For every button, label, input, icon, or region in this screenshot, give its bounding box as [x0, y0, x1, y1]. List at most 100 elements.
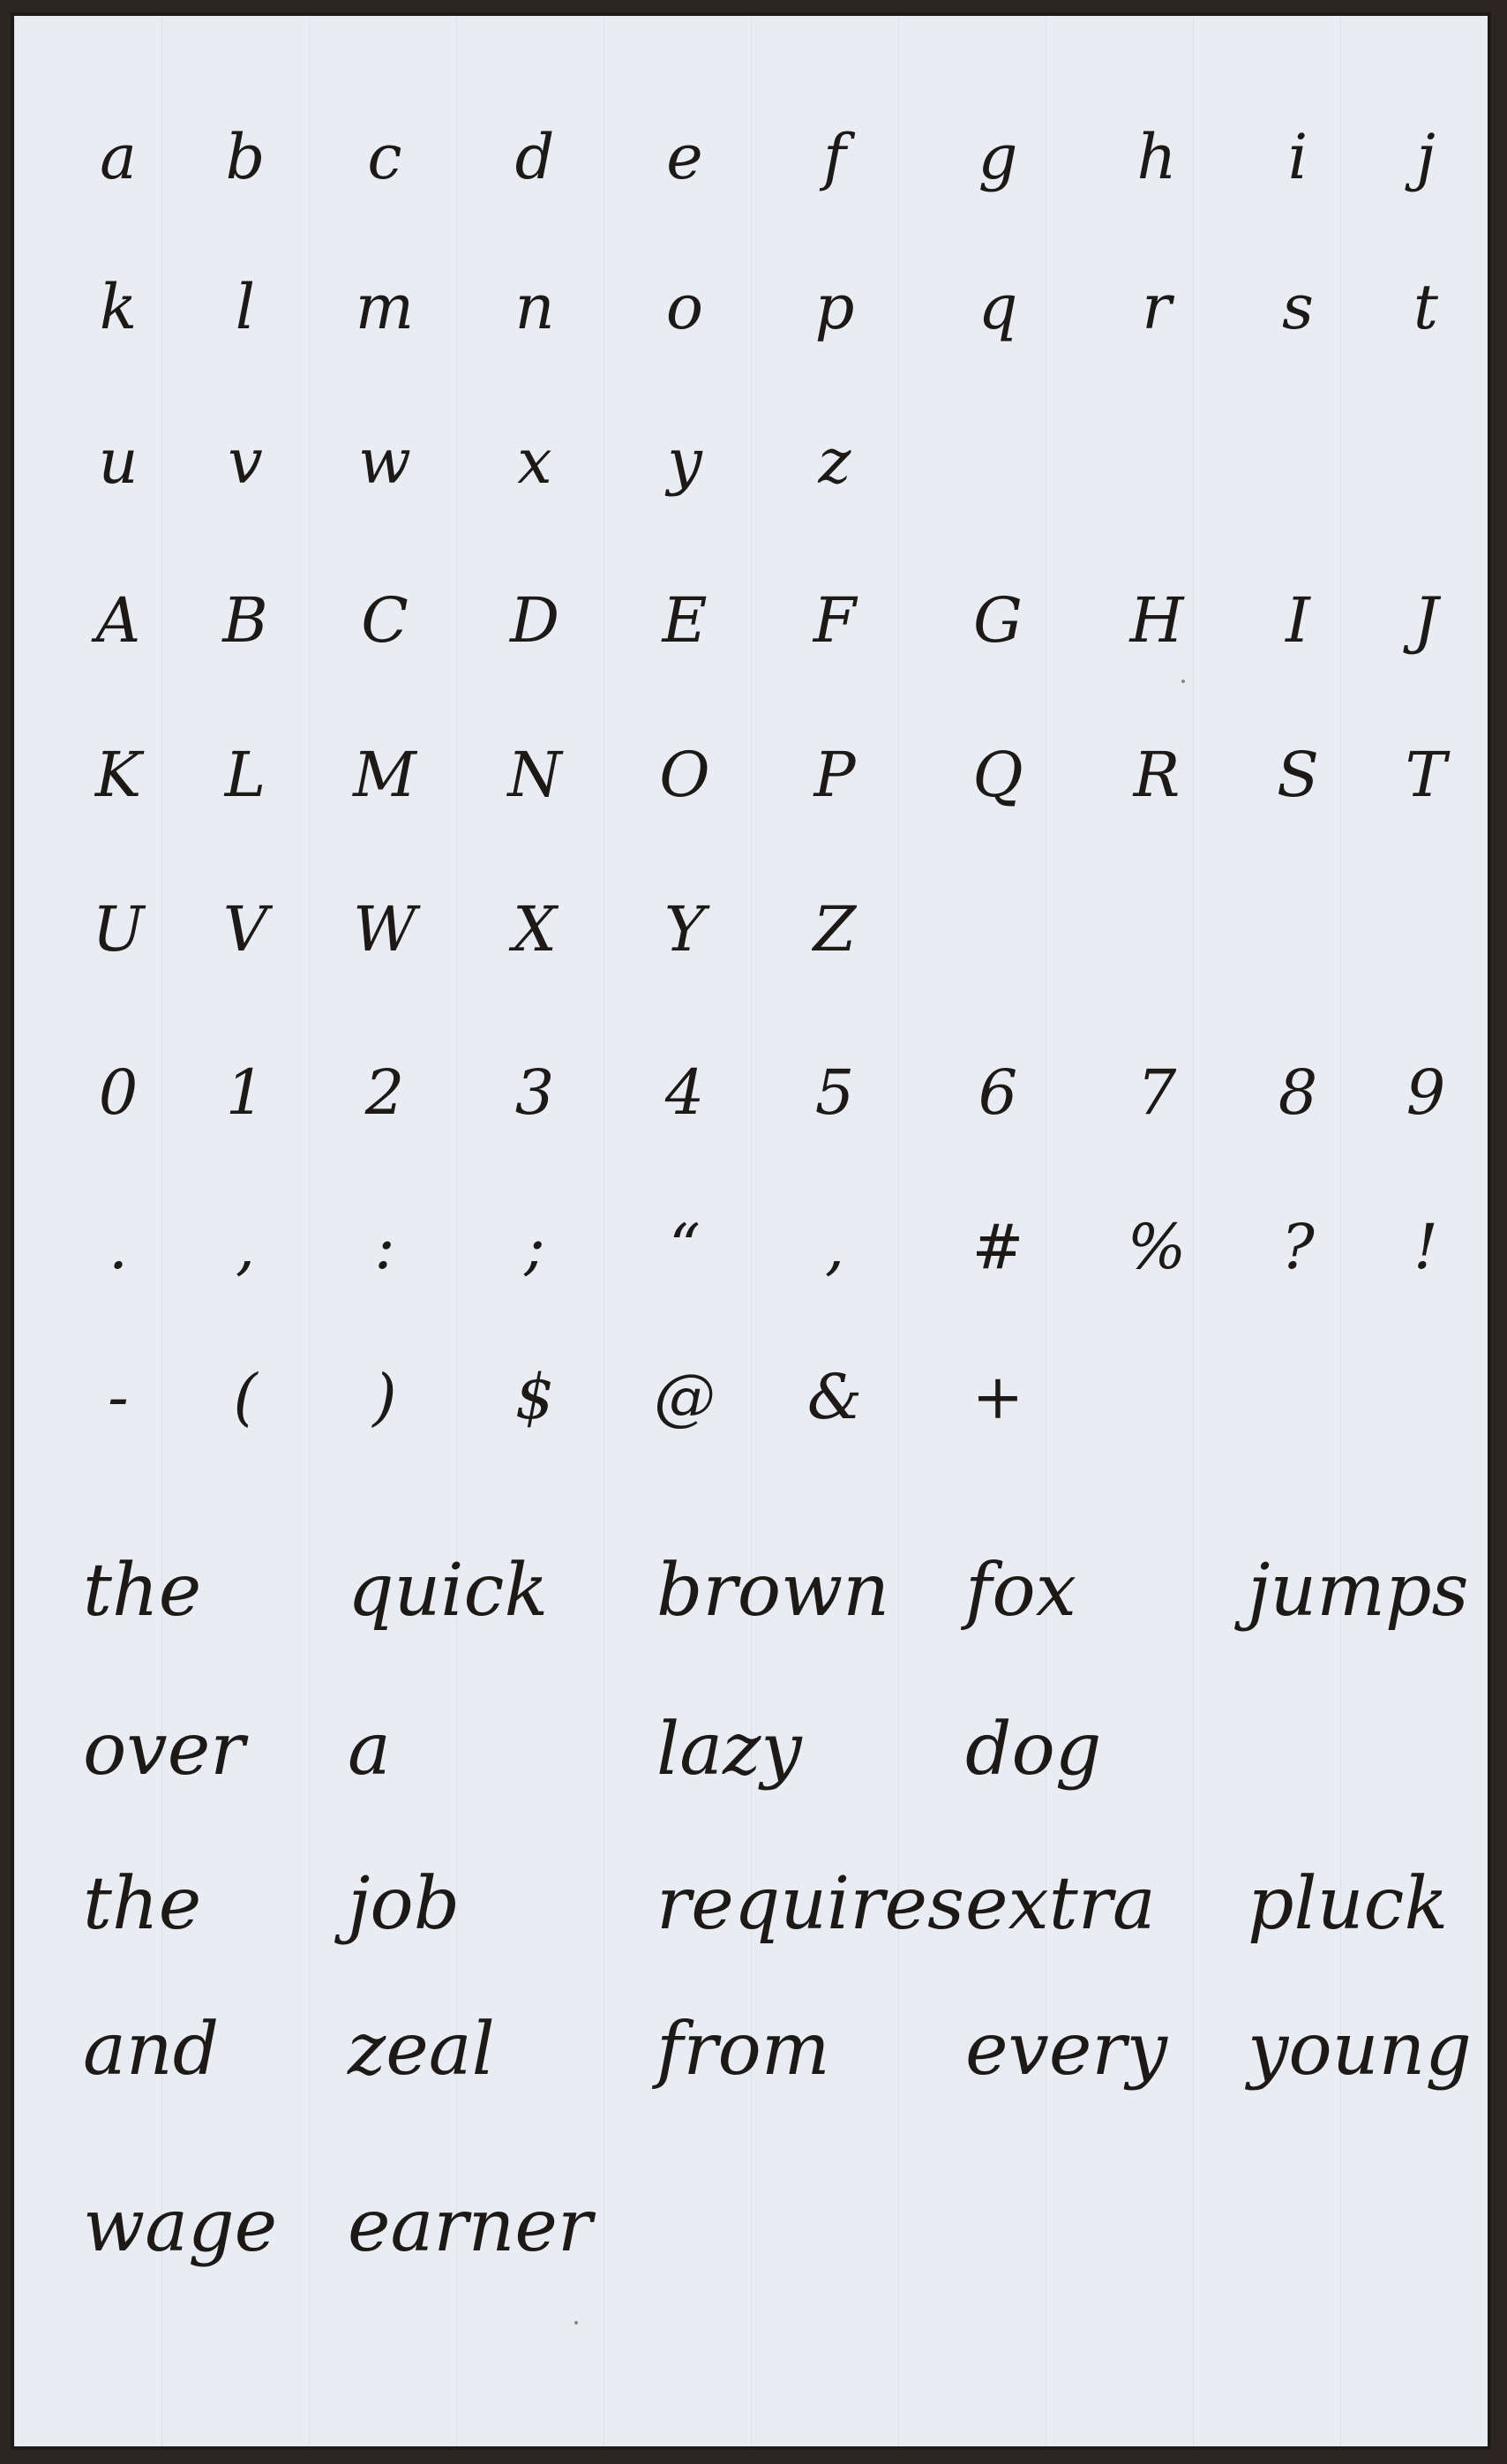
glyph-cell: “ — [669, 1211, 701, 1283]
glyph-cell: - — [108, 1361, 129, 1433]
handwritten-word: dog — [965, 1708, 1102, 1792]
glyph-cell: ; — [524, 1211, 545, 1283]
glyph-cell: p — [814, 271, 855, 343]
glyph-cell: Z — [813, 893, 857, 965]
glyph-cell: X — [513, 893, 557, 965]
handwritten-word: jumps — [1248, 1549, 1469, 1633]
glyph-cell: T — [1405, 739, 1447, 811]
glyph-cell: & — [806, 1361, 863, 1433]
glyph-row: U V W X Y Z — [14, 854, 1488, 1004]
glyph-cell: . — [108, 1211, 129, 1283]
handwritten-word: a — [348, 1708, 391, 1792]
glyph-cell: 6 — [978, 1056, 1018, 1129]
glyph-cell: J — [1413, 584, 1439, 657]
glyph-cell: H — [1129, 584, 1184, 657]
glyph-cell: e — [666, 121, 703, 193]
glyph-cell: C — [361, 584, 409, 657]
glyph-cell: t — [1413, 271, 1439, 343]
handwritten-word: wage — [83, 2184, 278, 2268]
glyph-cell: R — [1133, 739, 1181, 811]
sentence-line: wage earner — [14, 2152, 1488, 2302]
glyph-row: .,:; “, #%?! — [14, 1172, 1488, 1322]
glyph-cell: U — [92, 893, 145, 965]
glyph-cell: Q — [972, 739, 1023, 811]
glyph-cell: $ — [514, 1361, 555, 1433]
glyph-cell: S — [1277, 739, 1319, 811]
glyph-cell: , — [235, 1211, 256, 1283]
sentence-line: over a lazy dog — [14, 1675, 1488, 1825]
glyph-cell: v — [228, 425, 263, 498]
glyph-cell: s — [1282, 271, 1314, 343]
glyph-cell: x — [517, 425, 552, 498]
handwritten-word: zeal — [348, 2008, 495, 2092]
glyph-cell: % — [1127, 1211, 1187, 1283]
handwritten-word: earner — [348, 2184, 593, 2268]
glyph-cell: 5 — [814, 1056, 855, 1129]
glyph-cell: W — [353, 893, 416, 965]
glyph-cell: Y — [664, 893, 706, 965]
glyph-cell: l — [235, 271, 256, 343]
handwritten-word: requires — [656, 1862, 965, 1946]
glyph-cell: y — [667, 425, 702, 498]
glyph-cell: : — [374, 1211, 395, 1283]
glyph-cell: q — [978, 271, 1018, 343]
glyph-cell: z — [818, 425, 851, 498]
glyph-cell: i — [1287, 121, 1308, 193]
glyph-cell: M — [353, 739, 416, 811]
glyph-cell: A — [95, 584, 141, 657]
glyph-cell: 3 — [514, 1056, 555, 1129]
glyph-cell: b — [225, 121, 266, 193]
handwritten-word: young — [1248, 2008, 1472, 2092]
handwritten-word: the — [83, 1862, 202, 1946]
glyph-cell: 2 — [364, 1056, 405, 1129]
handwritten-word: job — [348, 1862, 461, 1946]
glyph-row: u v w x y z — [14, 387, 1488, 537]
glyph-cell: r — [1142, 271, 1172, 343]
glyph-cell: m — [355, 271, 415, 343]
glyph-cell: c — [367, 121, 402, 193]
glyph-cell: G — [973, 584, 1023, 657]
glyph-cell: ( — [233, 1361, 258, 1433]
handwritten-word: lazy — [656, 1708, 802, 1792]
glyph-cell: 4 — [664, 1056, 705, 1129]
glyph-cell: u — [98, 425, 139, 498]
glyph-cell: j — [1416, 121, 1436, 193]
glyph-cell: 0 — [98, 1056, 139, 1129]
glyph-cell: O — [659, 739, 710, 811]
glyph-cell: h — [1136, 121, 1177, 193]
glyph-row: K L M N O P Q R S T — [14, 700, 1488, 850]
glyph-cell: L — [224, 739, 266, 811]
glyph-cell: # — [971, 1211, 1024, 1283]
glyph-cell: f — [823, 121, 846, 193]
glyph-cell: o — [665, 271, 704, 343]
ink-speck — [1181, 680, 1185, 683]
glyph-cell: V — [222, 893, 268, 965]
glyph-row: a b c d e f g h i j — [14, 82, 1488, 232]
glyph-cell: D — [509, 584, 560, 657]
glyph-cell: g — [978, 121, 1018, 193]
glyph-cell: 8 — [1278, 1056, 1318, 1129]
glyph-cell: @ — [654, 1361, 716, 1433]
glyph-cell: 1 — [225, 1056, 266, 1129]
handwritten-word: fox — [965, 1549, 1076, 1633]
handwritten-word: the — [83, 1549, 202, 1633]
handwritten-word: brown — [656, 1549, 890, 1633]
glyph-row: 0 1 2 3 4 5 6 7 8 9 — [14, 1018, 1488, 1168]
glyph-cell: I — [1286, 584, 1310, 657]
handwritten-word: every — [965, 2008, 1167, 2092]
glyph-cell: n — [514, 271, 555, 343]
glyph-cell: K — [94, 739, 142, 811]
glyph-row: - () $ @ & + — [14, 1322, 1488, 1472]
handwritten-word: quick — [348, 1549, 549, 1633]
glyph-cell: , — [824, 1211, 845, 1283]
glyph-cell: B — [222, 584, 268, 657]
glyph-cell: k — [99, 271, 138, 343]
sentence-line: the quick brown fox jumps — [14, 1516, 1488, 1666]
handwriting-sheet: a b c d e f g h i j k l m n o p q r s t u v w x y z A B C D E F G H I J K L M N… — [11, 12, 1491, 2450]
sentence-line: and zeal from every young — [14, 1975, 1488, 2125]
handwritten-word: from — [656, 2008, 830, 2092]
glyph-cell: ! — [1413, 1211, 1439, 1283]
glyph-cell: ? — [1281, 1211, 1315, 1283]
handwritten-word: over — [83, 1708, 245, 1792]
glyph-cell: ) — [372, 1361, 397, 1433]
